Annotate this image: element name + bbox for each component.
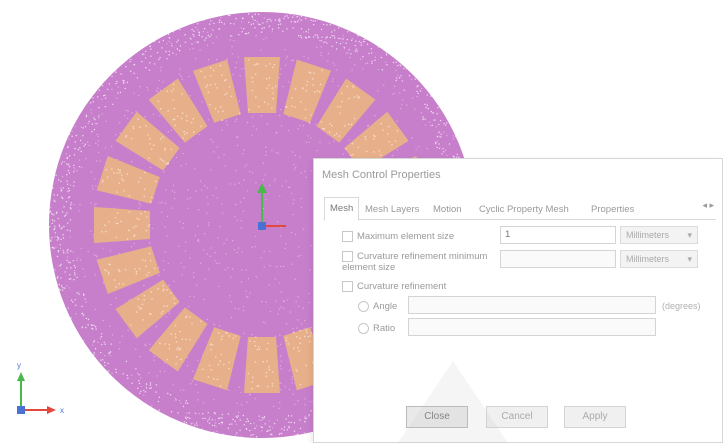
angle-input[interactable] [408, 296, 656, 314]
curvature-min-size-checkbox[interactable] [342, 251, 353, 262]
dialog-tab-bar: Mesh Mesh Layers Motion Cyclic Property … [324, 197, 716, 221]
curvature-refinement-checkbox[interactable] [342, 281, 353, 292]
unit-value: Millimeters [626, 254, 670, 264]
mesh-control-dialog: Mesh Control Properties Mesh Mesh Layers… [313, 158, 723, 443]
angle-option[interactable]: Angle [358, 301, 397, 312]
ratio-radio[interactable] [358, 323, 369, 334]
unit-value: Millimeters [626, 230, 670, 240]
curvature-min-size-unit-select[interactable]: Millimeters ▾ [620, 250, 698, 268]
triad-y-arrow-icon [17, 372, 25, 381]
angle-radio[interactable] [358, 301, 369, 312]
tab-properties[interactable]: Properties [586, 201, 639, 219]
ratio-option[interactable]: Ratio [358, 323, 395, 334]
triad-x-arrow-icon [47, 406, 56, 414]
triad-origin [17, 406, 25, 414]
ratio-input[interactable] [408, 318, 656, 336]
angle-label: Angle [373, 301, 398, 313]
max-element-size-label: Maximum element size [357, 231, 455, 243]
watermark-triangle [398, 361, 508, 443]
tab-cyclic-property-mesh[interactable]: Cyclic Property Mesh [474, 201, 574, 219]
tab-motion[interactable]: Motion [428, 201, 467, 219]
max-element-size-unit-select[interactable]: Millimeters ▾ [620, 226, 698, 244]
curvature-refinement-option[interactable]: Curvature refinement [342, 281, 446, 292]
stator-slot [244, 336, 280, 393]
ratio-label: Ratio [373, 323, 396, 335]
triad-x-label: x [60, 406, 64, 415]
stator-slot [244, 57, 280, 113]
max-element-size-option[interactable]: Maximum element size [342, 231, 454, 242]
triad-y-label: y [17, 361, 21, 370]
chevron-down-icon: ▾ [687, 230, 692, 240]
angle-unit-label: (degrees) [662, 301, 701, 311]
center-origin-marker [258, 222, 266, 230]
stator-slot [94, 207, 151, 243]
chevron-down-icon: ▾ [687, 254, 692, 264]
curvature-min-size-option[interactable]: Curvature refinement minimum element siz… [342, 251, 502, 273]
tab-mesh[interactable]: Mesh [324, 197, 360, 221]
max-element-size-input[interactable]: 1 [500, 226, 616, 244]
apply-button[interactable]: Apply [564, 406, 626, 428]
dialog-title: Mesh Control Properties [322, 169, 441, 181]
curvature-min-size-input[interactable] [500, 250, 616, 268]
tab-scroll-arrows[interactable]: ◂ ▸ [702, 200, 714, 211]
max-element-size-checkbox[interactable] [342, 231, 353, 242]
curvature-refinement-label: Curvature refinement [357, 281, 447, 293]
tab-mesh-layers[interactable]: Mesh Layers [360, 201, 424, 219]
curvature-min-size-label: Curvature refinement minimum element siz… [342, 251, 488, 274]
